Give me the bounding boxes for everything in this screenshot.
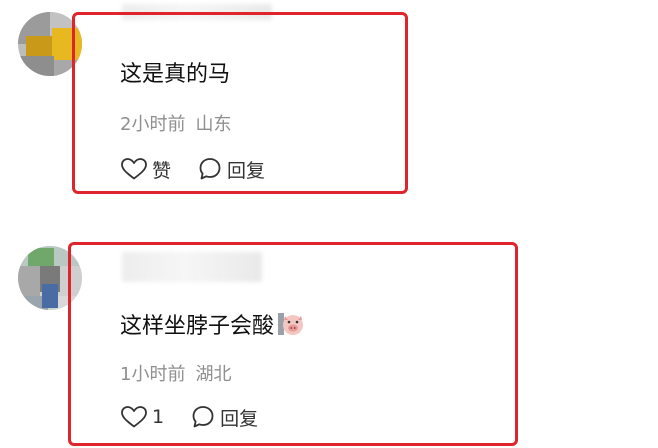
comment-location: 湖北 [195, 364, 232, 385]
comment-meta: 2小时前 山东 [120, 110, 231, 136]
reply-button[interactable]: 回复 [197, 156, 265, 183]
comment-actions: 1 回复 [120, 402, 258, 432]
reply-label: 回复 [227, 159, 266, 182]
like-count: 1 [152, 406, 165, 428]
speech-bubble-icon [190, 404, 216, 430]
username-blurred[interactable] [122, 252, 262, 282]
reply-button[interactable]: 回复 [190, 404, 258, 431]
comment-text: 这样坐脖子会酸 [120, 308, 304, 340]
heart-icon [120, 405, 148, 429]
heart-icon [120, 157, 148, 181]
comment-text: 这是真的马 [120, 62, 231, 87]
comment-meta: 1小时前 湖北 [120, 360, 231, 386]
pig-face-emoji [276, 311, 304, 337]
reply-label: 回复 [220, 407, 259, 430]
comment-time: 2小时前 [120, 114, 186, 135]
comment-location: 山东 [195, 114, 232, 135]
avatar[interactable] [18, 246, 82, 310]
comment-item: 这样坐脖子会酸 1小时前 湖北 1 回复 [0, 230, 658, 448]
like-label: 赞 [152, 159, 172, 182]
avatar[interactable] [18, 12, 82, 76]
comment-time: 1小时前 [120, 364, 186, 385]
like-button[interactable]: 赞 [120, 156, 171, 183]
comment-text-content: 这样坐脖子会酸 [120, 314, 275, 339]
like-button[interactable]: 1 [120, 405, 164, 429]
username-blurred[interactable] [122, 4, 272, 20]
comment-item: 这是真的马 2小时前 山东 赞 回复 [0, 0, 658, 220]
comment-actions: 赞 回复 [120, 154, 265, 184]
speech-bubble-icon [197, 156, 223, 182]
